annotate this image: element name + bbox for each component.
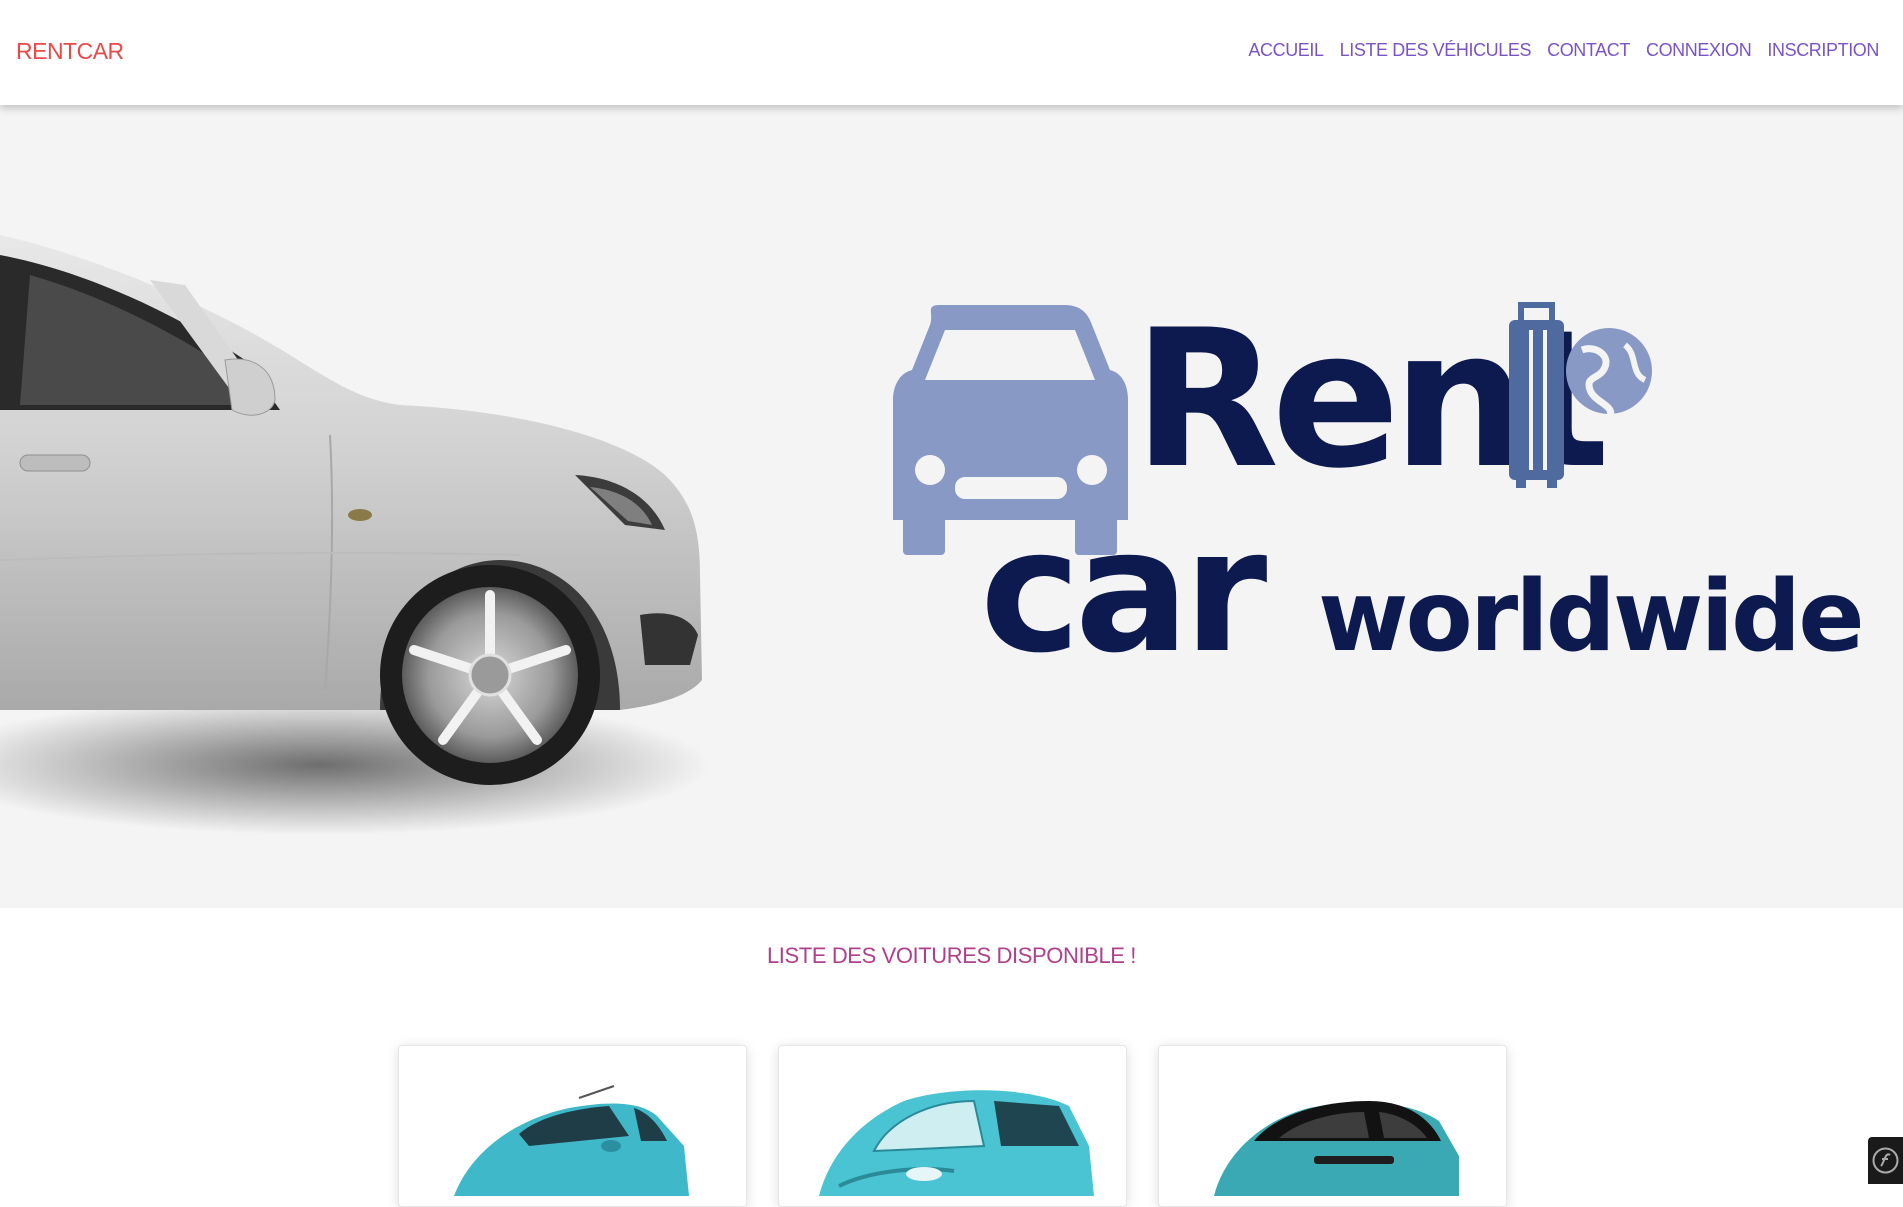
nav-link-inscription[interactable]: INSCRIPTION — [1767, 40, 1879, 61]
rentcar-worldwide-logo: Rent car worldwide — [893, 289, 1865, 691]
brand-logo[interactable]: RENTCAR — [16, 38, 124, 65]
symfony-icon — [1872, 1147, 1899, 1174]
hero-image: Rent car worldwide — [0, 235, 1865, 835]
vehicle-card[interactable] — [1158, 1045, 1507, 1207]
car-thumbnail — [819, 1090, 1094, 1196]
vehicle-card[interactable] — [398, 1045, 747, 1207]
silver-car-illustration — [0, 235, 702, 785]
nav-link-contact[interactable]: CONTACT — [1547, 40, 1630, 61]
logo-word-car: car — [980, 493, 1267, 691]
navbar: RENTCAR ACCUEIL LISTE DES VÉHICULES CONT… — [0, 0, 1903, 105]
nav-links: ACCUEIL LISTE DES VÉHICULES CONTACT CONN… — [1248, 40, 1879, 61]
vehicle-card[interactable] — [778, 1045, 1127, 1207]
hero-banner: Rent car worldwide — [0, 105, 1903, 908]
nav-link-accueil[interactable]: ACCUEIL — [1248, 40, 1324, 61]
symfony-toolbar-toggle[interactable] — [1868, 1137, 1903, 1184]
car-shadow — [0, 695, 710, 835]
car-thumbnail — [1214, 1101, 1459, 1196]
nav-link-liste-vehicules[interactable]: LISTE DES VÉHICULES — [1340, 40, 1532, 61]
section-title: LISTE DES VOITURES DISPONIBLE ! — [766, 943, 1137, 968]
nav-link-connexion[interactable]: CONNEXION — [1646, 40, 1752, 61]
luggage-icon — [1509, 302, 1564, 488]
car-thumbnail — [454, 1085, 689, 1196]
logo-word-worldwide: worldwide — [1318, 560, 1862, 674]
